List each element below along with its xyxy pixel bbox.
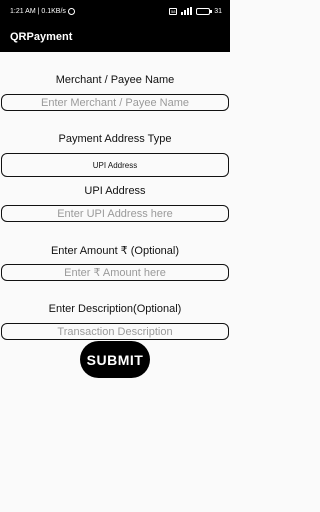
signal-icon bbox=[181, 7, 193, 15]
merchant-label: Merchant / Payee Name bbox=[55, 74, 175, 86]
upi-label: UPI Address bbox=[84, 185, 146, 197]
battery-icon bbox=[196, 7, 213, 15]
status-time-text: 1:21 AM | 0.1KB/s bbox=[10, 8, 66, 15]
payment-type-label: Payment Address Type bbox=[58, 133, 172, 145]
status-right: 58 31 bbox=[169, 7, 222, 15]
description-input[interactable] bbox=[1, 323, 229, 340]
submit-button[interactable]: SUBMIT bbox=[80, 341, 150, 378]
status-time: 1:21 AM | 0.1KB/s bbox=[10, 8, 75, 15]
merchant-input[interactable] bbox=[1, 94, 229, 111]
payment-type-value: UPI Address bbox=[92, 160, 138, 170]
battery-percent: 31 bbox=[214, 7, 222, 15]
app-bar: QRPayment bbox=[0, 24, 230, 52]
amount-input[interactable] bbox=[1, 264, 229, 281]
description-label: Enter Description(Optional) bbox=[48, 303, 182, 315]
payment-type-select[interactable]: UPI Address bbox=[1, 153, 229, 177]
status-bar: 1:21 AM | 0.1KB/s 58 31 bbox=[0, 0, 230, 24]
amount-label: Enter Amount ₹ (Optional) bbox=[50, 245, 180, 257]
sim-icon: 58 bbox=[169, 7, 178, 15]
alarm-icon bbox=[67, 8, 75, 15]
upi-input[interactable] bbox=[1, 205, 229, 222]
app-title: QRPayment bbox=[10, 31, 73, 43]
